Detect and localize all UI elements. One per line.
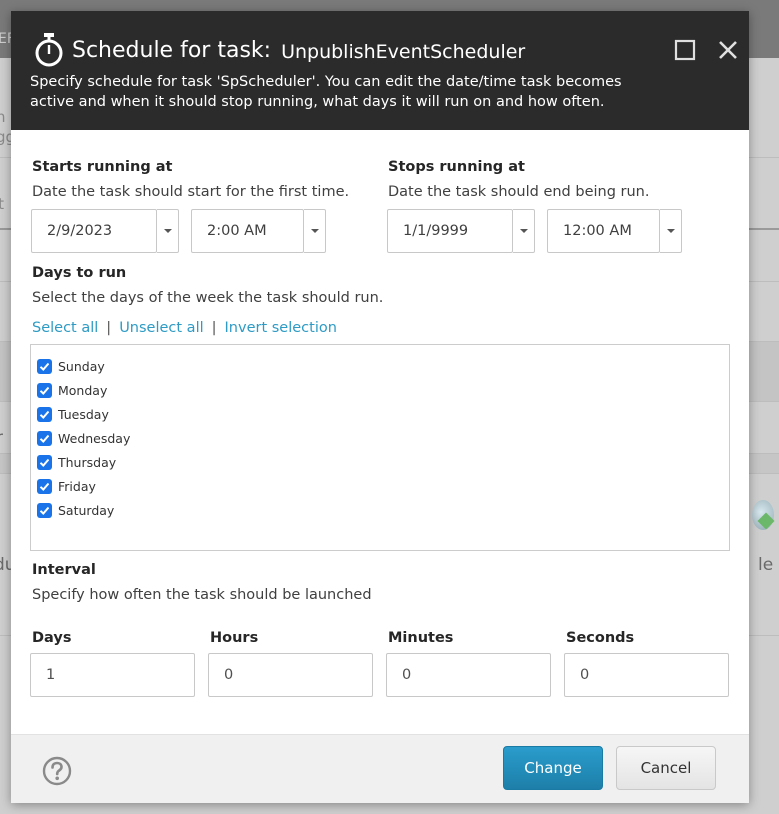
check-icon — [39, 362, 50, 371]
starts-title: Starts running at — [32, 159, 173, 175]
background-fragment: n — [0, 108, 6, 126]
day-label: Tuesday — [58, 406, 109, 422]
stop-date-picker[interactable]: 1/1/9999 — [387, 209, 535, 253]
start-time-input[interactable]: 2:00 AM — [191, 209, 304, 253]
caret-down-icon — [666, 229, 675, 233]
dialog-title: Schedule for task: UnpublishEventSchedul… — [32, 32, 525, 68]
interval-description: Specify how often the task should be lau… — [32, 587, 372, 603]
dialog-title-label: Schedule for task: — [72, 37, 272, 63]
stopwatch-icon — [35, 33, 63, 67]
stop-time-dropdown[interactable] — [660, 209, 682, 253]
help-icon[interactable] — [42, 756, 72, 786]
interval-days-input[interactable]: 1 — [30, 653, 195, 697]
interval-hours-input[interactable]: 0 — [208, 653, 373, 697]
start-date-dropdown[interactable] — [157, 209, 179, 253]
interval-minutes-input[interactable]: 0 — [386, 653, 551, 697]
minutes-field-label: Minutes — [388, 630, 454, 646]
day-label: Saturday — [58, 502, 115, 518]
selection-links: Select all | Unselect all | Invert selec… — [32, 320, 337, 336]
days-checkbox-list: Sunday Monday Tuesday Wednesday Thursday… — [30, 344, 730, 551]
stop-time-picker[interactable]: 12:00 AM — [547, 209, 682, 253]
dialog-header: Schedule for task: UnpublishEventSchedul… — [11, 11, 749, 130]
check-icon — [39, 410, 50, 419]
start-time-dropdown[interactable] — [304, 209, 326, 253]
invert-selection-link[interactable]: Invert selection — [225, 320, 337, 336]
link-separator: | — [106, 320, 112, 336]
caret-down-icon — [310, 229, 319, 233]
check-icon — [39, 506, 50, 515]
checkbox-checked[interactable] — [37, 454, 52, 470]
day-item-thursday[interactable]: Thursday — [37, 453, 116, 471]
seconds-field-label: Seconds — [566, 630, 635, 646]
dialog-task-name: UnpublishEventScheduler — [281, 40, 526, 63]
checkbox-checked[interactable] — [37, 502, 52, 518]
checkbox-checked[interactable] — [37, 382, 52, 398]
schedule-dialog: Schedule for task: UnpublishEventSchedul… — [11, 11, 749, 803]
day-label: Sunday — [58, 358, 105, 374]
link-separator: | — [211, 320, 217, 336]
dialog-footer: Change Cancel — [11, 734, 749, 803]
select-all-link[interactable]: Select all — [32, 320, 98, 336]
checkbox-checked[interactable] — [37, 358, 52, 374]
dialog-description: Specify schedule for task 'SpScheduler'.… — [30, 74, 622, 110]
day-label: Monday — [58, 382, 108, 398]
check-icon — [39, 434, 50, 443]
caret-down-icon — [519, 229, 528, 233]
day-item-friday[interactable]: Friday — [37, 477, 96, 495]
day-item-wednesday[interactable]: Wednesday — [37, 429, 130, 447]
day-item-saturday[interactable]: Saturday — [37, 501, 114, 519]
day-label: Friday — [58, 478, 96, 494]
interval-title: Interval — [32, 562, 96, 578]
stop-date-dropdown[interactable] — [513, 209, 535, 253]
day-item-tuesday[interactable]: Tuesday — [37, 405, 109, 423]
day-label: Wednesday — [58, 430, 131, 446]
days-field-label: Days — [32, 630, 72, 646]
hours-field-label: Hours — [210, 630, 259, 646]
check-icon — [39, 482, 50, 491]
background-fragment: it — [0, 195, 5, 213]
check-icon — [39, 458, 50, 467]
caret-down-icon — [163, 229, 172, 233]
day-item-sunday[interactable]: Sunday — [37, 357, 105, 375]
stop-date-input[interactable]: 1/1/9999 — [387, 209, 513, 253]
checkbox-checked[interactable] — [37, 406, 52, 422]
stop-time-input[interactable]: 12:00 AM — [547, 209, 660, 253]
close-icon[interactable] — [717, 39, 739, 61]
cancel-button[interactable]: Cancel — [616, 746, 716, 790]
day-item-monday[interactable]: Monday — [37, 381, 107, 399]
days-description: Select the days of the week the task sho… — [32, 290, 384, 306]
start-date-input[interactable]: 2/9/2023 — [31, 209, 157, 253]
check-icon — [39, 386, 50, 395]
change-button[interactable]: Change — [503, 746, 603, 790]
stops-title: Stops running at — [388, 159, 525, 175]
stops-description: Date the task should end being run. — [388, 184, 650, 200]
interval-seconds-input[interactable]: 0 — [564, 653, 729, 697]
starts-description: Date the task should start for the first… — [32, 184, 350, 200]
start-time-picker[interactable]: 2:00 AM — [191, 209, 326, 253]
days-title: Days to run — [32, 265, 127, 281]
checkbox-checked[interactable] — [37, 430, 52, 446]
checkbox-checked[interactable] — [37, 478, 52, 494]
unselect-all-link[interactable]: Unselect all — [119, 320, 203, 336]
maximize-icon[interactable] — [674, 39, 696, 61]
day-label: Thursday — [58, 454, 117, 470]
start-date-picker[interactable]: 2/9/2023 — [31, 209, 179, 253]
